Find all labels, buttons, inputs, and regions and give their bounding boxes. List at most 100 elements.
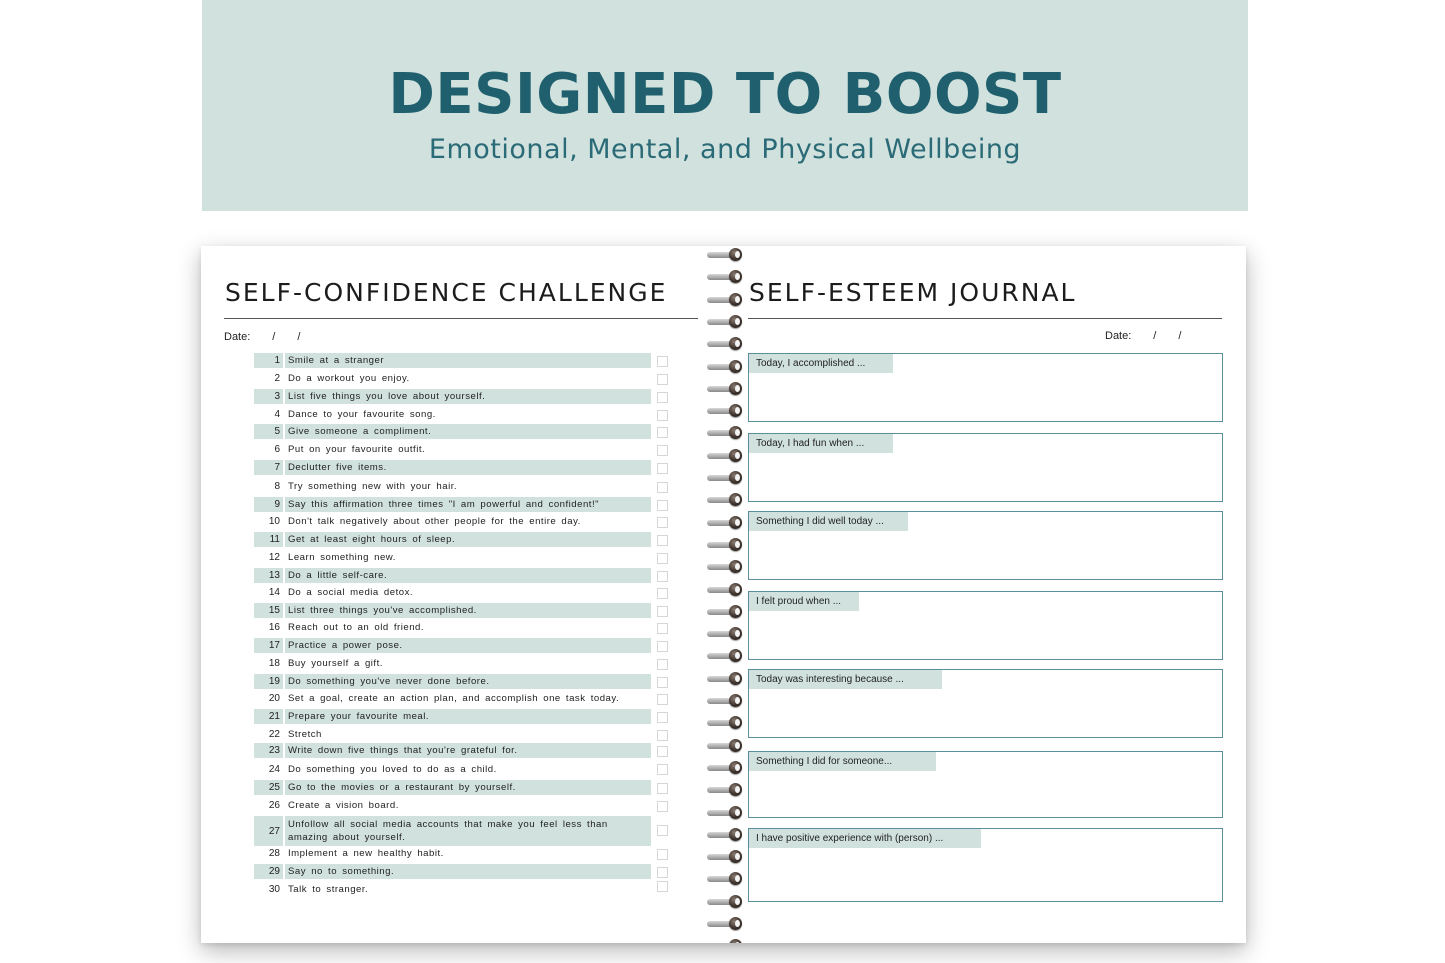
challenge-row: 29 Say no to something. bbox=[254, 864, 651, 879]
challenge-checkbox[interactable] bbox=[657, 571, 668, 582]
challenge-checkbox[interactable] bbox=[657, 623, 668, 634]
challenge-number: 8 bbox=[274, 481, 280, 492]
challenge-checkbox[interactable] bbox=[657, 392, 668, 403]
row-separator bbox=[283, 532, 285, 547]
challenge-checkbox[interactable] bbox=[657, 356, 668, 367]
challenge-number: 17 bbox=[268, 640, 280, 651]
challenge-number: 20 bbox=[268, 693, 280, 704]
challenge-number: 16 bbox=[268, 622, 280, 633]
challenge-text: Do a social media detox. bbox=[288, 587, 414, 598]
challenge-text: Put on your favourite outfit. bbox=[288, 444, 426, 455]
challenge-text: Prepare your favourite meal. bbox=[288, 711, 430, 722]
challenge-checkbox[interactable] bbox=[657, 764, 668, 775]
challenge-text: Practice a power pose. bbox=[288, 640, 403, 651]
challenge-number: 19 bbox=[268, 676, 280, 687]
spiral-coil bbox=[705, 649, 747, 663]
challenge-checkbox[interactable] bbox=[657, 730, 668, 741]
challenge-checkbox[interactable] bbox=[657, 410, 668, 421]
challenge-row: 5 Give someone a compliment. bbox=[254, 424, 651, 439]
challenge-checkbox[interactable] bbox=[657, 517, 668, 528]
challenge-checkbox[interactable] bbox=[657, 641, 668, 652]
challenge-checkbox[interactable] bbox=[657, 694, 668, 705]
challenge-checkbox[interactable] bbox=[657, 659, 668, 670]
challenge-text: Dance to your favourite song. bbox=[288, 409, 436, 420]
challenge-number: 21 bbox=[268, 711, 280, 722]
spiral-coil bbox=[705, 471, 747, 485]
spiral-coil bbox=[705, 783, 747, 797]
spiral-coil bbox=[705, 917, 747, 931]
challenge-row: 26 Create a vision board. bbox=[254, 798, 399, 813]
right-date-field: Date: / / bbox=[1105, 330, 1181, 342]
challenge-row: 1 Smile at a stranger bbox=[254, 353, 651, 368]
challenge-checkbox[interactable] bbox=[657, 553, 668, 564]
row-separator bbox=[283, 568, 285, 583]
challenge-number: 9 bbox=[274, 499, 280, 510]
challenge-row: 15 List three things you've accomplished. bbox=[254, 603, 651, 618]
challenge-row: 9 Say this affirmation three times "I am … bbox=[254, 497, 651, 512]
challenge-checkbox[interactable] bbox=[657, 867, 668, 878]
date-slash: / bbox=[272, 331, 276, 343]
challenge-checkbox[interactable] bbox=[657, 825, 668, 836]
journal-entry-box[interactable]: Today, I accomplished ... bbox=[748, 353, 1223, 422]
challenge-row: 17 Practice a power pose. bbox=[254, 638, 651, 653]
journal-prompt-label: Today, I accomplished ... bbox=[749, 354, 893, 373]
date-slash: / bbox=[1178, 330, 1182, 342]
spiral-coil bbox=[705, 828, 747, 842]
challenge-number: 18 bbox=[268, 658, 280, 669]
challenge-text: Try something new with your hair. bbox=[288, 481, 458, 492]
challenge-text: Buy yourself a gift. bbox=[288, 658, 383, 669]
spiral-coil bbox=[705, 315, 747, 329]
challenge-text: Set a goal, create an action plan, and a… bbox=[288, 693, 620, 704]
challenge-number: 29 bbox=[268, 866, 280, 877]
challenge-row: 6 Put on your favourite outfit. bbox=[254, 442, 425, 457]
challenge-checkbox[interactable] bbox=[657, 801, 668, 812]
challenge-checkbox[interactable] bbox=[657, 712, 668, 723]
challenge-checkbox[interactable] bbox=[657, 588, 668, 599]
journal-entry-box[interactable]: Today was interesting because ... bbox=[748, 669, 1223, 738]
journal-prompt-label: Something I did well today ... bbox=[749, 512, 908, 531]
date-label: Date: bbox=[224, 331, 251, 343]
challenge-checkbox[interactable] bbox=[657, 535, 668, 546]
challenge-checkbox[interactable] bbox=[657, 463, 668, 474]
row-separator bbox=[283, 709, 285, 724]
challenge-text: Write down five things that you're grate… bbox=[288, 745, 518, 756]
challenge-checkbox[interactable] bbox=[657, 482, 668, 493]
journal-entry-box[interactable]: Today, I had fun when ... bbox=[748, 433, 1223, 502]
challenge-checkbox[interactable] bbox=[657, 606, 668, 617]
journal-prompt-label: Something I did for someone... bbox=[749, 752, 936, 771]
spiral-coil bbox=[705, 360, 747, 374]
challenge-checkbox[interactable] bbox=[657, 849, 668, 860]
challenge-checkbox[interactable] bbox=[657, 677, 668, 688]
challenge-text: Do something you've never done before. bbox=[288, 676, 490, 687]
challenge-checkbox[interactable] bbox=[657, 500, 668, 511]
challenge-number: 14 bbox=[268, 587, 280, 598]
journal-entry-box[interactable]: Something I did for someone... bbox=[748, 751, 1223, 818]
challenge-row: 14 Do a social media detox. bbox=[254, 585, 413, 600]
challenge-checkbox[interactable] bbox=[657, 374, 668, 385]
challenge-checkbox[interactable] bbox=[657, 881, 668, 892]
spiral-coil bbox=[705, 404, 747, 418]
challenge-checkbox[interactable] bbox=[657, 783, 668, 794]
spiral-coil bbox=[705, 872, 747, 886]
challenge-checkbox[interactable] bbox=[657, 427, 668, 438]
challenge-number: 22 bbox=[268, 729, 280, 740]
challenge-text: Say this affirmation three times "I am p… bbox=[288, 499, 600, 510]
left-date-field: Date: / / bbox=[224, 331, 300, 343]
spiral-coil bbox=[705, 605, 747, 619]
spiral-coil bbox=[705, 895, 747, 909]
challenge-text: Implement a new healthy habit. bbox=[288, 848, 444, 859]
spiral-coil bbox=[705, 538, 747, 552]
challenge-checkbox[interactable] bbox=[657, 445, 668, 456]
challenge-row: 21 Prepare your favourite meal. bbox=[254, 709, 651, 724]
challenge-row: 28 Implement a new healthy habit. bbox=[254, 846, 444, 861]
challenge-row: 10 Don't talk negatively about other peop… bbox=[254, 514, 581, 529]
journal-entry-box[interactable]: I felt proud when ... bbox=[748, 591, 1223, 660]
journal-entry-box[interactable]: I have positive experience with (person)… bbox=[748, 828, 1223, 902]
journal-prompt-label: I felt proud when ... bbox=[749, 592, 859, 611]
challenge-checkbox[interactable] bbox=[657, 746, 668, 757]
challenge-number: 26 bbox=[268, 800, 280, 811]
spiral-coil bbox=[705, 716, 747, 730]
journal-entry-box[interactable]: Something I did well today ... bbox=[748, 511, 1223, 580]
challenge-text: Reach out to an old friend. bbox=[288, 622, 425, 633]
challenge-row: 3 List five things you love about yoursel… bbox=[254, 389, 651, 404]
